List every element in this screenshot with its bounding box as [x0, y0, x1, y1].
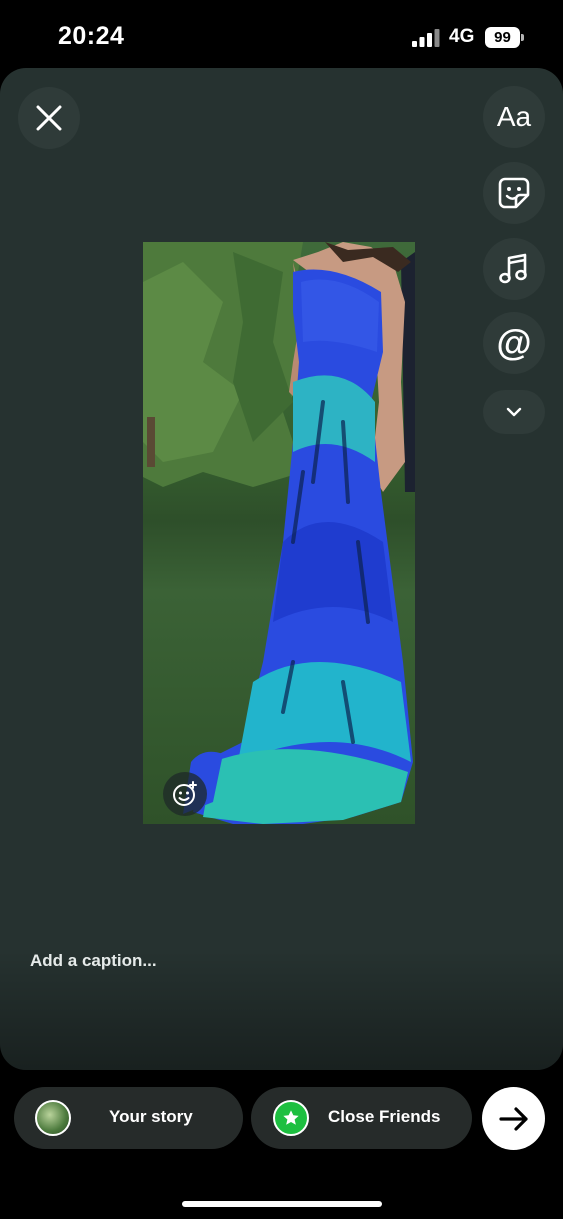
sticker-icon	[498, 177, 530, 209]
story-photo[interactable]	[143, 242, 415, 824]
close-button[interactable]	[18, 87, 80, 149]
add-emoji-button[interactable]	[163, 772, 207, 816]
mention-tool-label: @	[496, 322, 532, 363]
your-story-button[interactable]: Your story	[14, 1087, 243, 1149]
battery-level: 99	[485, 27, 520, 48]
sticker-tool-button[interactable]	[483, 162, 545, 224]
caption-input[interactable]: Add a caption...	[30, 951, 157, 971]
next-button[interactable]	[482, 1087, 545, 1150]
emoji-add-icon	[173, 781, 197, 806]
close-friends-star-icon	[273, 1100, 309, 1136]
text-tool-button[interactable]: Aa	[483, 86, 545, 148]
music-icon	[499, 253, 527, 284]
avatar	[35, 1100, 71, 1136]
arrow-right-icon	[498, 1106, 528, 1131]
mention-tool-button[interactable]: @	[483, 312, 545, 374]
status-time: 20:24	[58, 22, 125, 50]
text-tool-label: Aa	[496, 101, 532, 132]
network-type: 4G	[449, 26, 475, 47]
your-story-label: Your story	[109, 1107, 193, 1126]
signal-icon	[412, 29, 440, 47]
chevron-down-icon	[506, 407, 522, 417]
music-tool-button[interactable]	[483, 238, 545, 300]
photo-content	[143, 242, 415, 824]
status-bar: 20:24 4G 99	[0, 0, 563, 72]
close-icon	[36, 105, 62, 131]
battery-icon: 99	[485, 27, 524, 48]
close-friends-label: Close Friends	[328, 1107, 441, 1126]
close-friends-button[interactable]: Close Friends	[251, 1087, 472, 1149]
more-tools-button[interactable]	[483, 390, 545, 434]
home-indicator[interactable]	[182, 1201, 382, 1207]
